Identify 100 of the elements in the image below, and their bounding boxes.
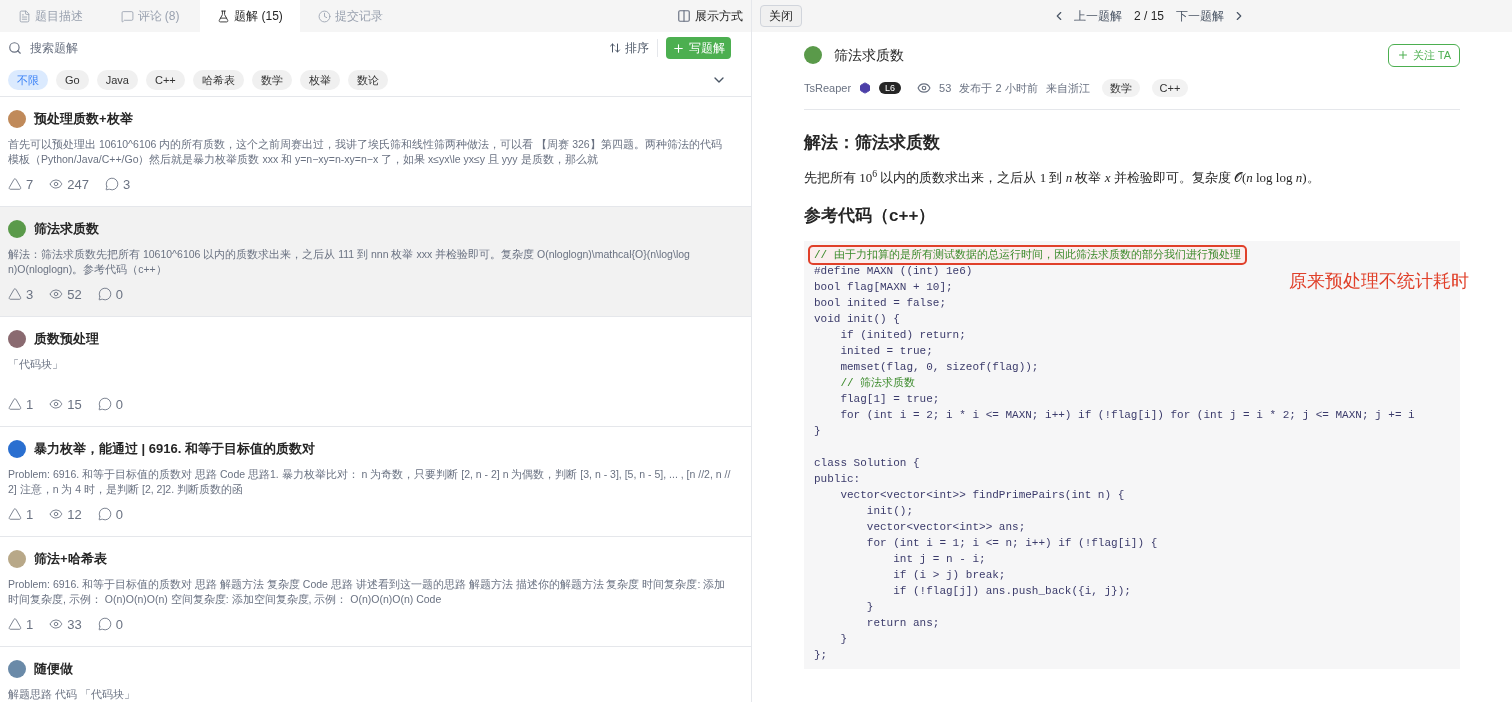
document-icon: [17, 9, 31, 23]
stat-count: 12: [67, 505, 82, 524]
topic-tag[interactable]: C++: [1151, 78, 1189, 97]
code-line: public:: [813, 471, 862, 487]
stat-count: 0: [115, 395, 123, 414]
code-line: #define MAXN ((int) 1e6): [813, 263, 974, 279]
next-button[interactable]: 下一题解: [1176, 7, 1247, 25]
like-icon: [8, 177, 22, 192]
view-icon: [917, 80, 932, 95]
code-line: flag[1] = true;: [839, 391, 941, 407]
code-line: for (int i = 1; i <= n; i++) if (!flag[i]) {: [865, 535, 1159, 551]
stat-count: 1: [26, 615, 34, 634]
sort-icon: [609, 42, 621, 54]
stat-count: 1: [26, 395, 34, 414]
plus-icon: [672, 41, 685, 55]
code-comment: // 筛法求质数: [839, 375, 917, 391]
view-icon: [49, 507, 64, 522]
comment-icon: [97, 617, 112, 632]
article-title: 筛法求质数: [834, 45, 904, 65]
code-line: vector<vector<int>> ans;: [865, 519, 1027, 535]
annotation-text: 原来预处理不统计耗时: [1289, 270, 1469, 293]
filter-tag[interactable]: 枚举: [299, 69, 340, 91]
stat-count: 52: [67, 285, 82, 304]
solution-summary: 解法：筛法求质数先把所有 10610^6106 以内的质数求出来，之后从 111 到 nnn 枚举 xxx 并检验即可。复杂度 O(nloglogn)\mathcal{O}(n\log\log n)O(nloglogn)。参考代码（c++）: [8, 246, 691, 277]
close-button[interactable]: 关闭: [760, 5, 802, 27]
filter-tag[interactable]: 数学: [251, 69, 292, 91]
stat-count: 0: [115, 505, 123, 524]
stat-count: 247: [67, 175, 89, 194]
stat-count: 1: [26, 505, 34, 524]
code-line: }: [839, 631, 848, 647]
sort-button[interactable]: 排序: [609, 39, 658, 57]
code-line: init();: [865, 503, 915, 519]
code-line: if (!flag[j]) ans.push_back({i, j});: [892, 583, 1132, 599]
section-heading: 参考代码（c++）: [804, 205, 937, 227]
solution-summary: Problem: 6916. 和等于目标值的质数对 思路 解题方法 复杂度 Code 思路 讲述看到这一题的思路 解题方法 描述你的解题方法 复杂度 时间复杂度: 添加时间复杂度, 示例： O(n)O(n)O(n) 空间复杂度: 添加空间复杂度, 示例： O(n)O(n)O(n) Code: [8, 576, 727, 607]
level-badge: L6: [879, 81, 902, 94]
solution-title: 暴力枚举，能通过 | 6916. 和等于目标值的质数对: [34, 440, 315, 458]
comment-icon: [97, 507, 112, 522]
code-line: inited = true;: [839, 343, 934, 359]
avatar: [804, 46, 822, 65]
comment-icon: [97, 287, 112, 302]
author-name: TsReaper: [804, 80, 852, 96]
section-heading: 解法：筛法求质数: [804, 132, 941, 154]
stat-count: 15: [67, 395, 82, 414]
solution-title: 筛法+哈希表: [34, 550, 107, 568]
like-icon: [8, 287, 22, 302]
filter-tag[interactable]: Go: [56, 69, 89, 91]
stat-count: 7: [26, 175, 34, 194]
code-line: bool flag[MAXN + 10];: [813, 279, 954, 295]
solution-summary: 解题思路 代码 「代码块」: [8, 686, 136, 702]
code-line: memset(flag, 0, sizeof(flag));: [839, 359, 1040, 375]
comment-icon: [97, 397, 112, 412]
location: 来自浙江: [1045, 80, 1090, 96]
code-line: }: [865, 599, 875, 615]
flask-icon: [217, 9, 231, 23]
solution-summary: 「代码块」: [8, 356, 64, 372]
solution-title: 随便做: [34, 660, 73, 678]
view-icon: [49, 617, 64, 632]
columns-icon: [677, 9, 691, 23]
tab[interactable]: 题解 (15): [200, 0, 300, 32]
filter-tag[interactable]: Java: [96, 69, 138, 91]
solution-summary: 首先可以预处理出 10610^6106 内的所有质数，这个之前周赛出过，我讲了埃氏筛和线性筛两种做法，可以看 【周赛 326】第四题。两种筛法的代码模板（Python/Java/C++/Go）然后就是暴力枚举质数 xxx 和 y=n−xy=n-xy=n−x 了，如果 x≤yx\le yx≤y 且 yyy 是质数，那么就: [8, 136, 723, 167]
code-line: }: [813, 423, 822, 439]
like-icon: [8, 397, 22, 412]
like-icon: [8, 507, 22, 522]
previous-button[interactable]: 上一题解: [1052, 7, 1122, 25]
view-count: 53: [939, 80, 952, 96]
hexagon-icon: [859, 81, 872, 94]
page-counter: 2 / 15: [1134, 8, 1165, 25]
code-comment: // 由于力扣算的是所有测试数据的总运行时间，因此筛法求质数的部分我们进行预处理: [810, 246, 1245, 263]
like-icon: [8, 617, 22, 632]
code-line: void init() {: [813, 311, 901, 327]
solution-title: 质数预处理: [34, 330, 99, 348]
code-line: for (int i = 2; i * i <= MAXN; i++) if (!flag[i]) for (int j = i * 2; j <= MAXN; j += i: [839, 407, 1416, 423]
topic-tag[interactable]: 数学: [1101, 78, 1140, 97]
post-time: 发布于 2 小时前: [959, 80, 1038, 96]
code-line: class Solution {: [813, 455, 921, 471]
solution-card[interactable]: 筛法求质数 解法：筛法求质数先把所有 10610^6106 以内的质数求出来，之后从 111 到 nnn 枚举 xxx 并检验即可。复杂度 O(nloglogn)\mathcal{O}(n\log\log n)O(nloglogn)。参考代码（c++） 3 52 0: [0, 207, 751, 317]
filter-tag[interactable]: 哈希表: [192, 69, 244, 91]
solution-title: 筛法求质数: [34, 220, 99, 238]
layout-button[interactable]: 展示方式: [695, 7, 743, 25]
solution-summary: Problem: 6916. 和等于目标值的质数对 思路 Code 思路1. 暴力枚举比对： n 为奇数，只要判断 [2, n - 2] n 为偶数，判断 [3, n - 3], [5, n - 5], ... , [n //2, n // 2] 注意，n 为 4 时，是判断 [2, 2]2. 判断质数的函: [8, 466, 732, 497]
code-line: int j = n - i;: [892, 551, 987, 567]
solution-title: 预处理质数+枚举: [34, 110, 133, 128]
filter-tag[interactable]: C++: [145, 69, 185, 91]
view-icon: [49, 287, 64, 302]
filter-tag[interactable]: 数论: [347, 69, 388, 91]
code-line: if (inited) return;: [839, 327, 967, 343]
plus-icon: [1396, 49, 1409, 62]
stat-count: 0: [115, 615, 123, 634]
stat-count: 0: [115, 285, 123, 304]
stat-count: 3: [122, 175, 131, 194]
code-line: return ans;: [865, 615, 941, 631]
comment-icon: [104, 177, 119, 192]
code-line: vector<vector<int>> findPrimePairs(int n) {: [839, 487, 1126, 503]
code-line: bool inited = false;: [813, 295, 948, 311]
comment-icon: [120, 9, 134, 23]
search-field[interactable]: 搜索题解: [30, 39, 601, 57]
search-icon: [8, 41, 22, 55]
code-line: if (i > j) break;: [892, 567, 1007, 583]
